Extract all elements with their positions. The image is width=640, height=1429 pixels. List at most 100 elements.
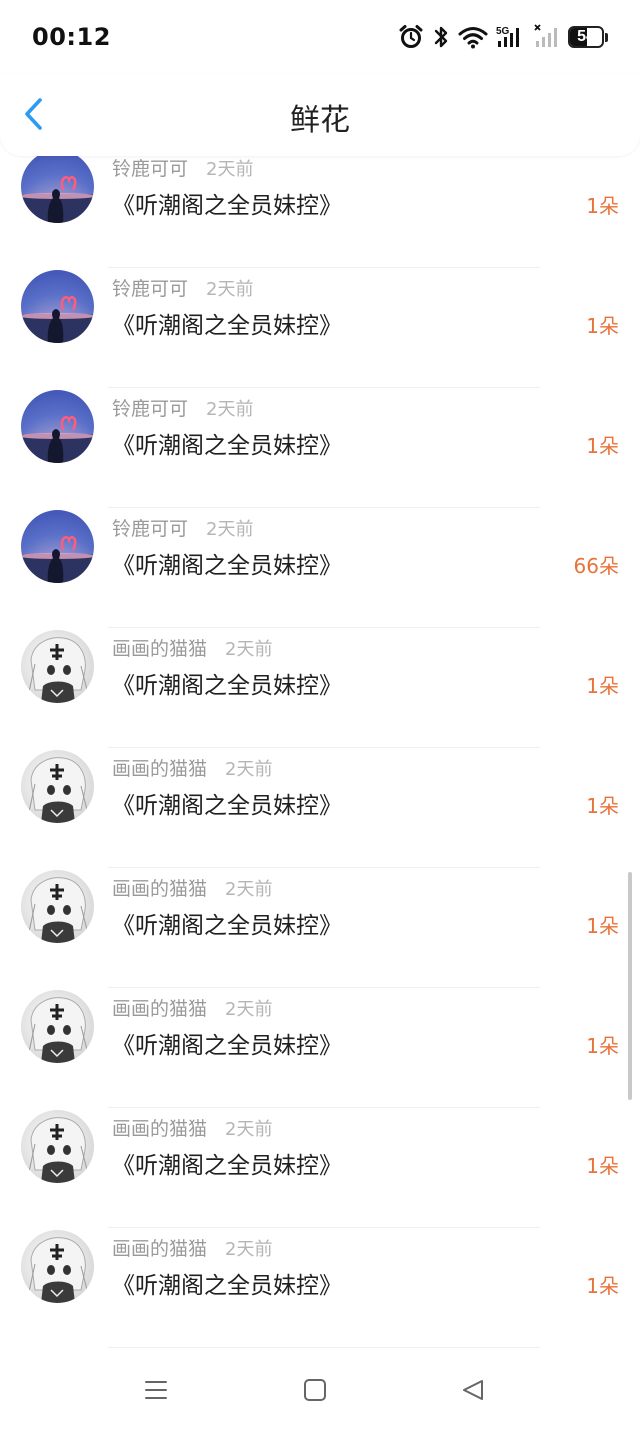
user-name-text: 铃鹿可可 — [112, 158, 189, 180]
cellular-5g-icon: 5G — [496, 24, 526, 50]
user-name-text: 画画的猫猫 — [112, 998, 208, 1020]
back-triangle-icon — [460, 1377, 486, 1407]
flower-count: 1朵 — [586, 674, 619, 698]
user-name-text: 画画的猫猫 — [112, 878, 208, 900]
home-button[interactable] — [295, 1372, 335, 1412]
scrollbar[interactable] — [628, 872, 632, 1100]
book-title: 《听潮阁之全员妹控》 — [112, 313, 342, 339]
divider — [108, 747, 540, 748]
flower-count: 1朵 — [586, 1274, 619, 1298]
divider — [108, 387, 540, 388]
list-item[interactable]: 铃鹿可可 2天前《听潮阁之全员妹控》 1朵 — [0, 390, 640, 510]
menu-icon — [143, 1378, 169, 1406]
timestamp: 2天前 — [225, 1239, 273, 1260]
divider — [108, 1227, 540, 1228]
divider — [108, 627, 540, 628]
book-title: 《听潮阁之全员妹控》 — [112, 553, 342, 579]
battery-icon: 54 — [568, 26, 608, 48]
list-item[interactable]: 铃鹿可可 2天前《听潮阁之全员妹控》 1朵 — [0, 150, 640, 270]
avatar[interactable] — [21, 750, 94, 823]
timestamp: 2天前 — [206, 399, 254, 420]
flower-count: 1朵 — [586, 914, 619, 938]
status-bar: 00:12 5G 54 — [0, 0, 640, 74]
divider — [108, 867, 540, 868]
timestamp: 2天前 — [225, 639, 273, 660]
timestamp: 2天前 — [225, 999, 273, 1020]
user-name-text: 铃鹿可可 — [112, 398, 189, 420]
list-item[interactable]: 画画的猫猫 2天前《听潮阁之全员妹控》 1朵 — [0, 1230, 640, 1350]
flower-count: 1朵 — [586, 794, 619, 818]
list-item[interactable]: 画画的猫猫 2天前《听潮阁之全员妹控》 1朵 — [0, 1110, 640, 1230]
book-title: 《听潮阁之全员妹控》 — [112, 793, 342, 819]
book-title: 《听潮阁之全员妹控》 — [112, 433, 342, 459]
list-item[interactable]: 铃鹿可可 2天前《听潮阁之全员妹控》 66朵 — [0, 510, 640, 630]
flower-list[interactable]: 铃鹿可可 2天前 《听潮阁之全员妹控》 1朵 铃鹿可可 2天前 《听潮阁之全员妹控》 1朵 铃鹿… — [0, 150, 640, 1370]
avatar[interactable] — [21, 270, 94, 343]
book-title: 《听潮阁之全员妹控》 — [112, 673, 342, 699]
cellular-no-signal-icon — [534, 24, 560, 50]
avatar[interactable] — [21, 990, 94, 1063]
avatar[interactable] — [21, 390, 94, 463]
avatar[interactable] — [21, 510, 94, 583]
divider — [108, 507, 540, 508]
book-title: 《听潮阁之全员妹控》 — [112, 1273, 342, 1299]
avatar[interactable] — [21, 1110, 94, 1183]
home-square-icon — [302, 1377, 328, 1407]
divider — [108, 1347, 540, 1348]
user-name: 铃鹿可可 2天前 — [112, 394, 253, 421]
book-title: 《听潮阁之全员妹控》 — [112, 1153, 342, 1179]
user-name-text: 画画的猫猫 — [112, 1118, 208, 1140]
list-item[interactable]: 画画的猫猫 2天前《听潮阁之全员妹控》 1朵 — [0, 750, 640, 870]
avatar[interactable] — [21, 630, 94, 703]
svg-text:5G: 5G — [496, 26, 510, 37]
user-name: 画画的猫猫 2天前 — [112, 874, 272, 901]
timestamp: 2天前 — [206, 519, 254, 540]
user-name-text: 画画的猫猫 — [112, 758, 208, 780]
user-name-text: 铃鹿可可 — [112, 278, 189, 300]
user-name: 画画的猫猫 2天前 — [112, 1114, 272, 1141]
flower-count: 1朵 — [586, 314, 619, 338]
flower-count: 1朵 — [586, 1034, 619, 1058]
flower-count: 1朵 — [586, 1154, 619, 1178]
list-item[interactable]: 画画的猫猫 2天前《听潮阁之全员妹控》 1朵 — [0, 870, 640, 990]
flower-count: 1朵 — [586, 194, 619, 218]
flower-count: 66朵 — [573, 554, 619, 578]
avatar[interactable] — [21, 1230, 94, 1303]
back-button[interactable] — [14, 96, 54, 136]
user-name-text: 铃鹿可可 — [112, 518, 189, 540]
user-name: 画画的猫猫 2天前 — [112, 1234, 272, 1261]
timestamp: 2天前 — [225, 1119, 273, 1140]
bluetooth-icon — [432, 24, 450, 50]
user-name-text: 画画的猫猫 — [112, 1238, 208, 1260]
user-name: 铃鹿可可 2天前 — [112, 154, 253, 181]
list-item[interactable]: 铃鹿可可 2天前《听潮阁之全员妹控》 1朵 — [0, 270, 640, 390]
header — [0, 74, 640, 156]
flower-count: 1朵 — [586, 434, 619, 458]
timestamp: 2天前 — [206, 279, 254, 300]
list-item[interactable]: 画画的猫猫 2天前《听潮阁之全员妹控》 1朵 — [0, 990, 640, 1110]
divider — [108, 1107, 540, 1108]
chevron-left-icon — [23, 97, 45, 135]
menu-button[interactable] — [136, 1372, 176, 1412]
nav-back-button[interactable] — [453, 1372, 493, 1412]
book-title: 《听潮阁之全员妹控》 — [112, 1033, 342, 1059]
list-item[interactable]: 画画的猫猫 2天前《听潮阁之全员妹控》 1朵 — [0, 630, 640, 750]
battery-level-text: 54 — [577, 28, 595, 45]
status-time: 00:12 — [32, 23, 111, 51]
navigation-bar — [0, 1350, 640, 1429]
divider — [108, 987, 540, 988]
book-title: 《听潮阁之全员妹控》 — [112, 193, 342, 219]
status-icons: 5G 54 — [398, 24, 608, 50]
book-title: 《听潮阁之全员妹控》 — [112, 913, 342, 939]
user-name-text: 画画的猫猫 — [112, 638, 208, 660]
user-name: 画画的猫猫 2天前 — [112, 994, 272, 1021]
alarm-icon — [398, 24, 424, 50]
user-name: 画画的猫猫 2天前 — [112, 754, 272, 781]
avatar[interactable] — [21, 870, 94, 943]
timestamp: 2天前 — [225, 759, 273, 780]
user-name: 铃鹿可可 2天前 — [112, 514, 253, 541]
timestamp: 2天前 — [225, 879, 273, 900]
timestamp: 2天前 — [206, 159, 254, 180]
divider — [108, 267, 540, 268]
avatar[interactable] — [21, 150, 94, 223]
